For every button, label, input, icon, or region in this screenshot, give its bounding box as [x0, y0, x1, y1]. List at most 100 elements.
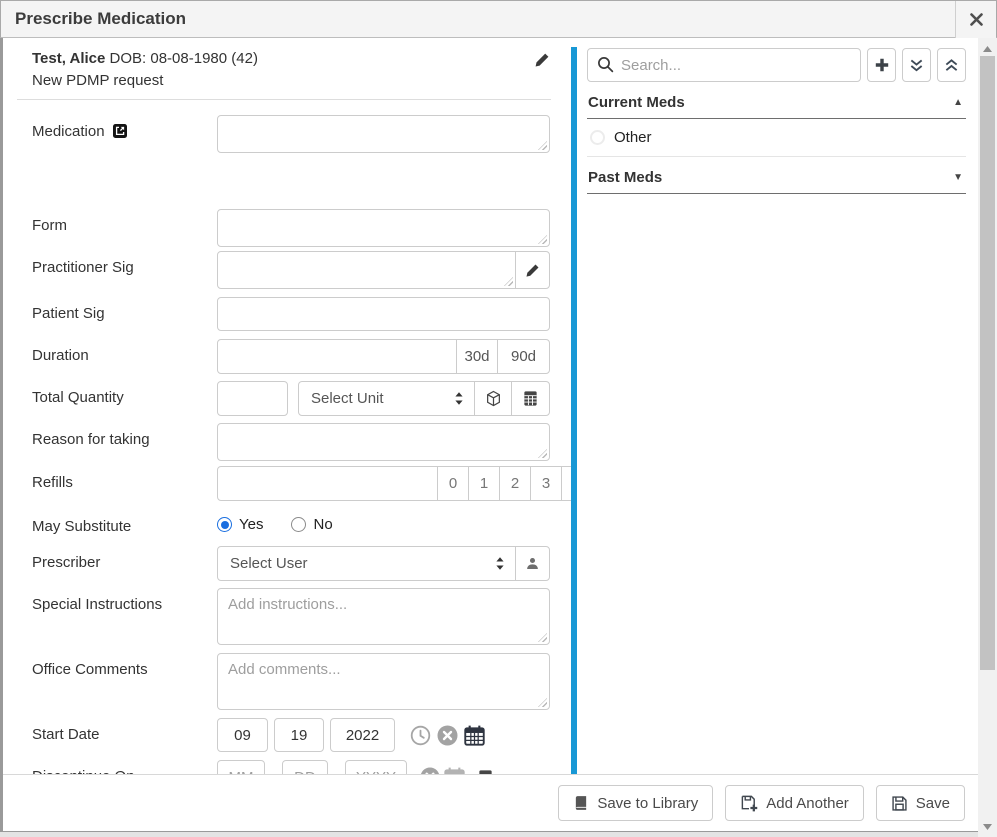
total-quantity-label: Total Quantity	[32, 381, 217, 406]
current-meds-section-header[interactable]: Current Meds ▲	[587, 82, 966, 119]
prescribe-medication-dialog: Prescribe Medication Test, Alice DOB: 08…	[0, 0, 997, 837]
start-month-input[interactable]	[217, 718, 268, 752]
refills-5-button[interactable]: 5	[561, 466, 571, 501]
chevron-double-up-icon	[944, 58, 959, 73]
book-icon	[573, 795, 589, 811]
practitioner-sig-input[interactable]	[217, 251, 516, 289]
patient-dob: DOB: 08-08-1980 (42)	[110, 50, 258, 67]
radio-selected-icon	[217, 517, 232, 532]
office-comments-input[interactable]	[217, 653, 550, 710]
expand-all-button[interactable]	[902, 48, 931, 82]
scrollbar-thumb[interactable]	[980, 56, 995, 670]
save-plus-icon	[740, 794, 758, 812]
add-med-button[interactable]	[867, 48, 896, 82]
patient-subtitle: New PDMP request	[32, 72, 551, 89]
dialog-titlebar: Prescribe Medication	[0, 0, 997, 38]
dialog-footer: Save to Library Add Another Save	[3, 774, 978, 831]
plus-icon	[874, 57, 890, 73]
refills-1-button[interactable]: 1	[468, 466, 500, 501]
meds-panel: Current Meds ▲ Other Past Meds ▼	[577, 38, 978, 774]
refills-label: Refills	[32, 466, 217, 491]
close-button[interactable]	[955, 1, 996, 38]
discontinue-month-input[interactable]	[217, 760, 265, 775]
refills-2-button[interactable]: 2	[499, 466, 531, 501]
medication-label: Medication	[32, 115, 217, 140]
user-icon	[525, 556, 540, 571]
save-to-library-button[interactable]: Save to Library	[558, 785, 713, 821]
substitute-yes-radio[interactable]: Yes	[217, 516, 263, 533]
prescriber-select[interactable]: Select User	[217, 546, 516, 581]
select-user-button[interactable]	[515, 546, 550, 581]
quantity-input[interactable]	[217, 381, 288, 416]
quantity-calculator-button[interactable]	[511, 381, 550, 416]
chevron-double-down-icon	[909, 58, 924, 73]
search-icon	[597, 56, 614, 73]
reason-label: Reason for taking	[32, 423, 217, 448]
prescriber-label: Prescriber	[32, 546, 217, 571]
collapse-all-button[interactable]	[937, 48, 966, 82]
scroll-down-arrow[interactable]	[978, 818, 997, 835]
refills-3-button[interactable]: 3	[530, 466, 562, 501]
special-instructions-label: Special Instructions	[32, 588, 217, 613]
clock-icon	[410, 725, 431, 746]
practitioner-sig-label: Practitioner Sig	[32, 251, 217, 276]
edit-sig-button[interactable]	[515, 251, 550, 289]
start-date-calendar-button[interactable]	[464, 725, 485, 746]
save-button[interactable]: Save	[876, 785, 965, 821]
clear-circle-icon	[437, 725, 458, 746]
caret-down-icon: ▼	[953, 172, 963, 183]
meds-search-input[interactable]	[587, 48, 861, 82]
clear-start-date-button[interactable]	[437, 725, 458, 746]
refills-input[interactable]	[217, 466, 438, 501]
duration-label: Duration	[32, 339, 217, 364]
unit-select[interactable]: Select Unit	[298, 381, 475, 416]
radio-unselected-icon	[590, 130, 605, 145]
discontinue-label: Discontinue On	[32, 760, 217, 775]
patient-sig-input[interactable]	[217, 297, 550, 331]
refills-0-button[interactable]: 0	[437, 466, 469, 501]
duration-input[interactable]	[217, 339, 457, 374]
start-date-label: Start Date	[32, 718, 217, 743]
scroll-up-arrow[interactable]	[978, 40, 997, 57]
add-another-button[interactable]: Add Another	[725, 785, 864, 821]
past-meds-section-header[interactable]: Past Meds ▼	[587, 157, 966, 194]
set-time-button[interactable]	[410, 725, 431, 746]
external-link-icon[interactable]	[113, 124, 127, 138]
package-lookup-button[interactable]	[474, 381, 512, 416]
may-substitute-label: May Substitute	[32, 510, 217, 535]
close-icon	[970, 13, 983, 26]
edit-patient-button[interactable]	[534, 52, 550, 68]
office-comments-label: Office Comments	[32, 653, 217, 678]
radio-unselected-icon	[291, 517, 306, 532]
med-item-other[interactable]: Other	[587, 119, 966, 157]
patient-sig-label: Patient Sig	[32, 297, 217, 322]
vertical-scrollbar[interactable]	[978, 38, 997, 837]
pencil-icon	[534, 52, 550, 68]
dialog-body: Test, Alice DOB: 08-08-1980 (42) New PDM…	[0, 38, 978, 832]
save-icon	[891, 795, 908, 812]
page-edge	[0, 833, 978, 837]
reason-input[interactable]	[217, 423, 550, 461]
start-year-input[interactable]	[330, 718, 395, 752]
patient-name: Test, Alice	[32, 50, 105, 67]
select-arrows-icon	[454, 391, 464, 406]
caret-up-icon: ▲	[953, 97, 963, 108]
prescription-form: Test, Alice DOB: 08-08-1980 (42) New PDM…	[3, 38, 571, 775]
special-instructions-input[interactable]	[217, 588, 550, 645]
substitute-no-radio[interactable]: No	[291, 516, 332, 533]
calendar-icon	[464, 725, 485, 746]
dialog-title: Prescribe Medication	[1, 9, 186, 29]
discontinue-year-input[interactable]	[345, 760, 407, 775]
select-arrows-icon	[495, 556, 505, 571]
start-day-input[interactable]	[274, 718, 324, 752]
form-input[interactable]	[217, 209, 550, 247]
duration-90d-button[interactable]: 90d	[497, 339, 550, 374]
medication-input[interactable]	[217, 115, 550, 153]
form-label: Form	[32, 209, 217, 234]
patient-header: Test, Alice DOB: 08-08-1980 (42) New PDM…	[17, 50, 551, 100]
calculator-icon	[522, 390, 539, 407]
discontinue-day-input[interactable]	[282, 760, 328, 775]
cube-icon	[485, 390, 502, 407]
pencil-icon	[525, 263, 540, 278]
duration-30d-button[interactable]: 30d	[456, 339, 498, 374]
